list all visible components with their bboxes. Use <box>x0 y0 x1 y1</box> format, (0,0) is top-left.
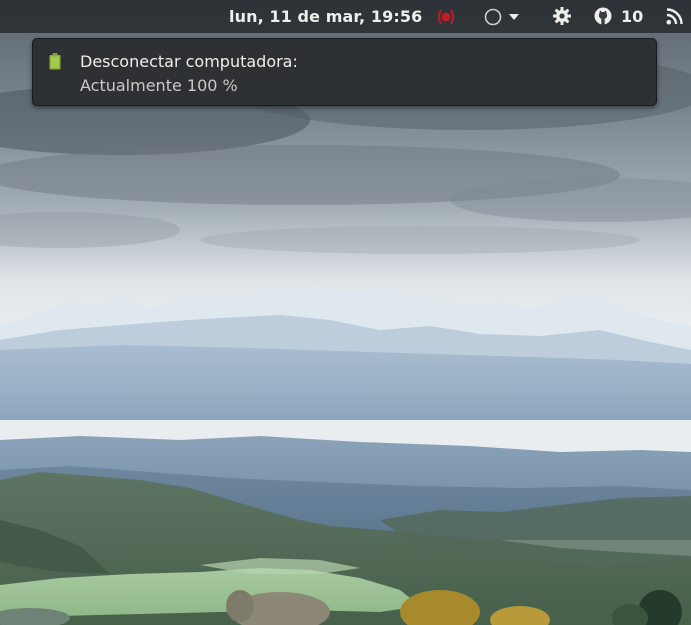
clock-date-time[interactable]: lun, 11 de mar, 19:56 <box>229 7 422 26</box>
battery-notification[interactable]: Desconectar computadora: Actualmente 100… <box>32 38 657 106</box>
notification-title: Desconectar computadora: <box>80 52 298 71</box>
notification-body: Actualmente 100 % <box>80 76 238 95</box>
gear-icon[interactable] <box>552 6 572 26</box>
battery-full-icon <box>49 53 61 70</box>
chevron-down-icon <box>509 14 519 20</box>
screen-record-icon[interactable] <box>436 8 456 26</box>
status-circle-icon <box>484 8 502 26</box>
rss-icon[interactable] <box>666 8 683 25</box>
github-notification-count[interactable]: 10 <box>621 7 643 26</box>
github-icon[interactable] <box>594 7 612 25</box>
top-bar: lun, 11 de mar, 19:56 10 <box>0 0 691 33</box>
status-menu-button[interactable] <box>484 7 522 27</box>
